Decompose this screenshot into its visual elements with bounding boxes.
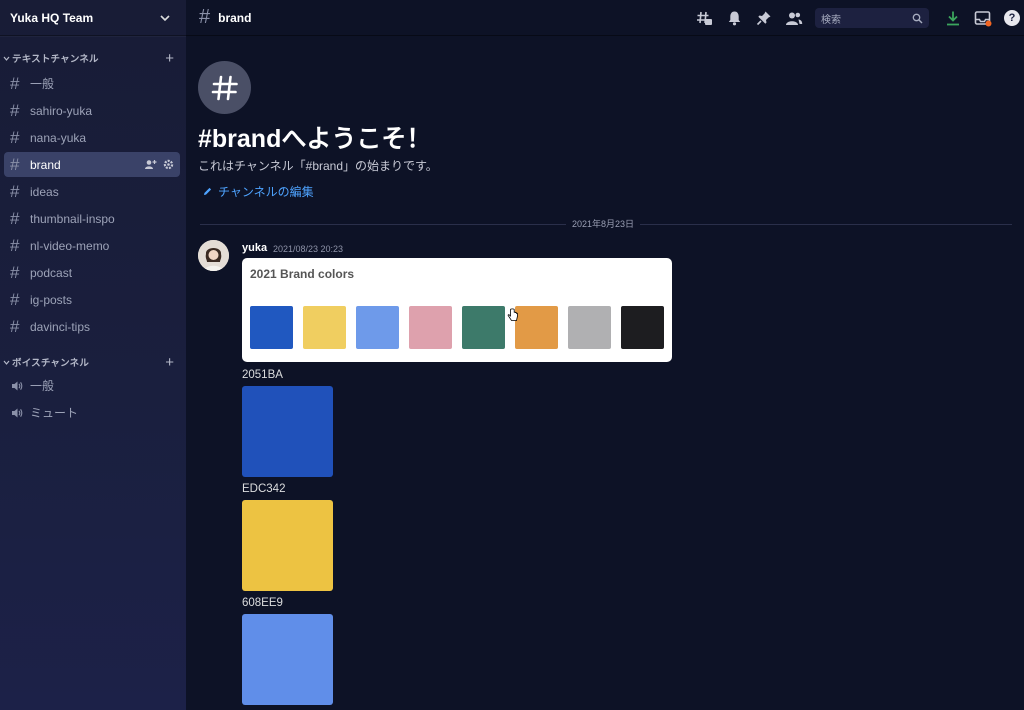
channel-title: brand	[218, 10, 252, 25]
sidebar-item-ideas[interactable]: # ideas	[4, 179, 180, 204]
chevron-down-icon[interactable]	[158, 11, 172, 25]
channel-label: sahiro-yuka	[30, 103, 93, 118]
sidebar-item-ig-posts[interactable]: # ig-posts	[4, 287, 180, 312]
help-icon[interactable]: ?	[1004, 10, 1020, 26]
hash-icon: #	[10, 127, 20, 147]
embed-card[interactable]: 2021 Brand colors	[242, 258, 672, 362]
hash-icon	[198, 61, 251, 114]
sidebar-item-voice-mute[interactable]: ミュート	[4, 400, 180, 425]
channel-label: brand	[30, 157, 61, 172]
hash-icon: #	[10, 235, 20, 255]
channel-label: 一般	[30, 379, 55, 393]
sidebar-item-nana-yuka[interactable]: # nana-yuka	[4, 125, 180, 150]
search-input[interactable]: 検索	[815, 8, 929, 28]
pin-icon[interactable]	[755, 9, 773, 27]
hash-icon: #	[10, 316, 20, 336]
chevron-down-icon[interactable]	[2, 54, 11, 63]
message-timestamp: 2021/08/23 20:23	[273, 244, 344, 254]
inbox-icon[interactable]	[974, 9, 992, 27]
channel-label: 一般	[30, 77, 55, 91]
hash-icon: #	[10, 73, 20, 93]
text-channels-category[interactable]: テキストチャンネル +	[0, 50, 186, 66]
channel-label: davinci-tips	[30, 319, 91, 334]
welcome-subtitle: これはチャンネル「#brand」の始まりです。	[198, 159, 438, 173]
message-author[interactable]: yuka	[242, 242, 267, 254]
add-member-icon[interactable]	[144, 159, 157, 170]
edit-channel-link[interactable]: チャンネルの編集	[202, 183, 314, 200]
channel-label: ミュート	[30, 406, 79, 420]
channel-label: thumbnail-inspo	[30, 211, 115, 226]
channel-label: nana-yuka	[30, 130, 87, 145]
sidebar-item-general[interactable]: # 一般	[4, 71, 180, 96]
search-placeholder: 検索	[821, 14, 841, 26]
chevron-down-icon[interactable]	[2, 358, 11, 367]
channel-sidebar: Yuka HQ Team テキストチャンネル + # 一般 # sahiro-y…	[0, 0, 186, 710]
sidebar-item-sahiro-yuka[interactable]: # sahiro-yuka	[4, 98, 180, 123]
hash-icon: #	[10, 181, 20, 201]
message-area: #brandへようこそ！ これはチャンネル「#brand」の始まりです。 チャン…	[186, 36, 1024, 710]
plus-icon[interactable]: +	[165, 51, 174, 66]
edit-channel-label: チャンネルの編集	[218, 185, 314, 199]
color-code-label: 2051BA	[242, 369, 283, 381]
color-swatch	[250, 306, 293, 349]
speaker-icon	[12, 381, 23, 390]
sidebar-item-podcast[interactable]: # podcast	[4, 260, 180, 285]
color-block[interactable]	[242, 614, 333, 705]
hash-icon: #	[10, 100, 20, 120]
date-divider-label: 2021年8月23日	[566, 217, 641, 230]
channel-label: ig-posts	[30, 292, 73, 307]
speaker-icon	[12, 408, 23, 417]
channel-label: ideas	[30, 184, 59, 199]
server-header[interactable]: Yuka HQ Team	[0, 0, 186, 36]
color-swatch	[621, 306, 664, 349]
sidebar-item-nl-video-memo[interactable]: # nl-video-memo	[4, 233, 180, 258]
color-code-label: EDC342	[242, 483, 286, 495]
gear-icon[interactable]	[163, 159, 174, 170]
threads-icon[interactable]	[695, 9, 713, 27]
edit-icon	[204, 187, 212, 195]
avatar[interactable]	[198, 240, 229, 271]
color-block[interactable]	[242, 500, 333, 591]
download-icon[interactable]	[944, 9, 962, 27]
welcome-title: #brandへようこそ！	[198, 125, 432, 153]
category-label: テキストチャンネル	[12, 54, 99, 65]
color-swatch	[409, 306, 452, 349]
color-swatch	[568, 306, 611, 349]
embed-title: 2021 Brand colors	[250, 267, 355, 281]
color-swatch	[515, 306, 558, 349]
server-name: Yuka HQ Team	[10, 10, 94, 25]
sidebar-item-thumbnail-inspo[interactable]: # thumbnail-inspo	[4, 206, 180, 231]
color-block[interactable]	[242, 386, 333, 477]
color-swatch	[303, 306, 346, 349]
hand-cursor-icon	[507, 308, 518, 321]
hash-icon: #	[10, 208, 20, 228]
color-swatch	[356, 306, 399, 349]
voice-channels-category[interactable]: ボイスチャンネル +	[0, 354, 186, 370]
color-swatch	[462, 306, 505, 349]
hash-icon: #	[199, 6, 211, 28]
channel-label: podcast	[30, 265, 73, 280]
channel-header: # brand 検索 ?	[186, 0, 1024, 36]
color-code-label: 608EE9	[242, 597, 283, 609]
sidebar-item-brand[interactable]: # brand	[4, 152, 180, 177]
hash-icon: #	[10, 154, 20, 174]
category-label: ボイスチャンネル	[12, 358, 90, 369]
bell-icon[interactable]	[725, 9, 743, 27]
sidebar-item-voice-general[interactable]: 一般	[4, 373, 180, 398]
members-icon[interactable]	[785, 9, 803, 27]
hash-icon: #	[10, 289, 20, 309]
hash-icon: #	[10, 262, 20, 282]
sidebar-item-davinci-tips[interactable]: # davinci-tips	[4, 314, 180, 339]
plus-icon[interactable]: +	[165, 355, 174, 370]
channel-label: nl-video-memo	[30, 238, 110, 253]
search-icon	[912, 13, 923, 23]
